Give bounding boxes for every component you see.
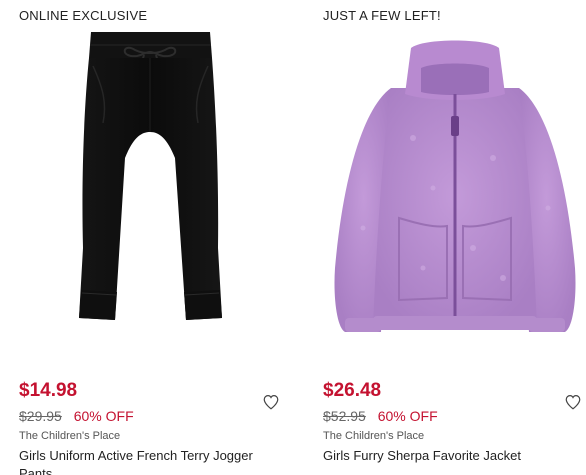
product-image[interactable] [19, 28, 281, 344]
black-jogger-pants-image [79, 32, 222, 320]
product-title[interactable]: Girls Furry Sherpa Favorite Jacket [323, 447, 585, 465]
discount-label: 60% OFF [73, 408, 134, 424]
wishlist-button[interactable] [564, 393, 582, 411]
product-image[interactable] [323, 28, 585, 344]
price-row: $52.95 60% OFF [323, 408, 438, 424]
original-price: $52.95 [323, 408, 366, 424]
product-grid: ONLINE EXCLUSIVE $14.98 $29.95 60% OFF T… [0, 0, 586, 475]
product-badge: ONLINE EXCLUSIVE [19, 8, 148, 23]
price-row: $29.95 60% OFF [19, 408, 134, 424]
product-title[interactable]: Girls Uniform Active French Terry Jogger… [19, 447, 281, 475]
purple-sherpa-jacket-image [334, 40, 576, 332]
heart-icon [263, 395, 279, 410]
brand-name: The Children's Place [19, 430, 121, 442]
product-badge: JUST A FEW LEFT! [323, 8, 441, 23]
discount-label: 60% OFF [377, 408, 438, 424]
product-card: JUST A FEW LEFT! $26.48 $52.95 60% OFF T… [323, 0, 586, 475]
sale-price: $26.48 [323, 380, 382, 401]
sale-price: $14.98 [19, 380, 78, 401]
heart-icon [565, 395, 581, 410]
wishlist-button[interactable] [262, 393, 280, 411]
product-card: ONLINE EXCLUSIVE $14.98 $29.95 60% OFF T… [19, 0, 289, 475]
original-price: $29.95 [19, 408, 62, 424]
brand-name: The Children's Place [323, 430, 425, 442]
